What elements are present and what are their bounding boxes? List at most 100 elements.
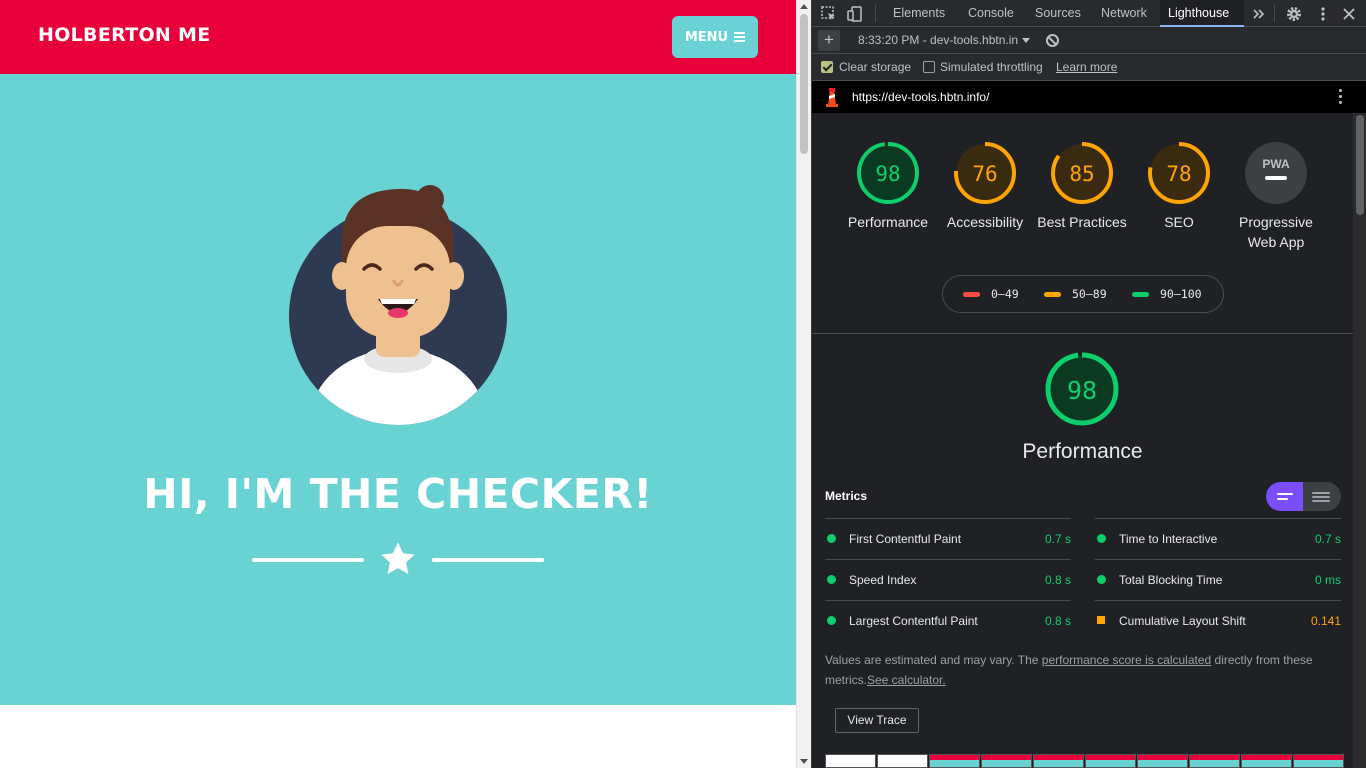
metric-name: First Contentful Paint [849, 532, 962, 546]
metric-name: Time to Interactive [1119, 532, 1218, 546]
scroll-down-arrow-icon[interactable] [800, 759, 808, 764]
page-scroll-thumb[interactable] [800, 14, 808, 154]
close-devtools-icon[interactable] [1340, 5, 1358, 23]
category-score-value: 76 [972, 162, 997, 186]
average-square-icon [1097, 616, 1105, 624]
hero-title: HI, I'M THE CHECKER! [143, 470, 653, 518]
site-navbar: HOLBERTON ME MENU [0, 0, 796, 74]
divider-line-left [252, 558, 364, 562]
performance-score-value: 98 [1067, 376, 1097, 405]
report-scrollbar[interactable] [1353, 113, 1366, 768]
metric-row: First Contentful Paint 0.7 s [825, 518, 1071, 559]
category-gauge-progressive-web-app[interactable]: PWA Progressive Web App [1228, 140, 1324, 252]
more-tabs-chevron-icon[interactable] [1250, 5, 1268, 23]
pass-dot-icon [1097, 575, 1106, 584]
score-calculated-link[interactable]: performance score is calculated [1042, 653, 1211, 667]
lighthouse-logo-icon [826, 88, 838, 107]
devtools-tabbar: Elements Console Sources Network Lightho… [812, 0, 1366, 27]
tab-network[interactable]: Network [1093, 0, 1155, 27]
report-select-caret-icon[interactable] [1022, 38, 1030, 43]
performance-heading: Performance [1022, 440, 1143, 463]
pass-dot-icon [827, 534, 836, 543]
star-icon [381, 542, 415, 575]
device-toolbar-icon[interactable] [846, 5, 864, 23]
clear-storage-checkbox[interactable] [821, 61, 833, 73]
category-gauge-best-practices[interactable]: 85 Best Practices [1034, 140, 1130, 232]
section-divider [812, 333, 1353, 334]
devtools-panel: Elements Console Sources Network Lightho… [811, 0, 1366, 768]
divider-line-right [432, 558, 544, 562]
page-scrollbar[interactable] [796, 0, 811, 768]
legend-label-average: 50–89 [1072, 287, 1107, 301]
category-gauge-performance[interactable]: 98 Performance [840, 140, 936, 232]
tab-separator [1274, 5, 1275, 22]
category-score-value: 98 [875, 162, 900, 186]
website-viewport: HOLBERTON ME MENU HI, I'M THE CHECKER! [0, 0, 796, 768]
metric-name: Cumulative Layout Shift [1119, 614, 1246, 628]
view-trace-button[interactable]: View Trace [835, 708, 919, 733]
compact-view-icon[interactable] [1266, 482, 1303, 511]
tab-console[interactable]: Console [960, 0, 1022, 27]
category-label: Best Practices [1037, 214, 1127, 230]
scroll-up-arrow-icon[interactable] [800, 4, 808, 9]
lighthouse-toolbar: + 8:33:20 PM - dev-tools.hbtn.in [812, 27, 1366, 54]
legend-label-fail: 0–49 [991, 287, 1019, 301]
metric-value: 0.141 [1310, 614, 1341, 628]
metric-name: Largest Contentful Paint [849, 614, 978, 628]
score-gauge-icon: PWA [1245, 142, 1307, 204]
menu-button-label: MENU [684, 29, 729, 45]
hamburger-icon [734, 32, 746, 42]
pass-dot-icon [827, 616, 836, 625]
hero-section: HI, I'M THE CHECKER! [0, 74, 796, 705]
performance-score-gauge: 98 [1045, 352, 1119, 426]
tab-separator [875, 5, 876, 22]
category-score-value: 78 [1166, 162, 1191, 186]
score-gauge-icon: 76 [954, 142, 1016, 204]
new-report-plus-icon[interactable]: + [818, 30, 840, 51]
legend-swatch-pass [1132, 292, 1149, 297]
tab-lighthouse[interactable]: Lighthouse [1160, 0, 1244, 27]
see-calculator-link[interactable]: See calculator. [867, 673, 946, 687]
clear-reports-block-icon[interactable] [1046, 34, 1059, 47]
score-gauge-icon: 78 [1148, 142, 1210, 204]
filmstrip-frame [1241, 754, 1292, 768]
lighthouse-report: 98 Performance 76 Accessibility 85 Best Pract… [812, 113, 1353, 768]
metric-value: 0 ms [1314, 573, 1341, 587]
pwa-badge-icon: PWA [1262, 157, 1290, 171]
tab-sources[interactable]: Sources [1027, 0, 1089, 27]
filmstrip-frame [1137, 754, 1188, 768]
metric-row: Largest Contentful Paint 0.8 s [825, 600, 1071, 641]
metrics-view-toggle[interactable] [1266, 482, 1341, 511]
category-gauge-accessibility[interactable]: 76 Accessibility [937, 140, 1033, 232]
category-label: Accessibility [946, 214, 1024, 230]
inspect-element-icon[interactable] [820, 5, 838, 23]
legend-label-pass: 90–100 [1160, 287, 1202, 301]
report-url[interactable]: https://dev-tools.hbtn.info/ [852, 90, 989, 104]
site-brand[interactable]: HOLBERTON ME [38, 24, 211, 46]
report-select[interactable]: 8:33:20 PM - dev-tools.hbtn.in [858, 33, 1018, 47]
learn-more-link[interactable]: Learn more [1056, 60, 1117, 74]
score-legend: 0–49 50–89 90–100 [942, 275, 1224, 313]
filmstrip-frame [1085, 754, 1136, 768]
disclaimer-text: Values are estimated and may vary. The [825, 653, 1042, 667]
filmstrip-frame [1293, 754, 1344, 768]
devtools-menu-kebab-icon[interactable] [1314, 5, 1332, 23]
tab-elements[interactable]: Elements [885, 0, 953, 27]
metric-row: Time to Interactive 0.7 s [1095, 518, 1341, 559]
clear-storage-label[interactable]: Clear storage [839, 60, 911, 74]
report-menu-kebab-icon[interactable] [1339, 89, 1343, 107]
report-url-bar: https://dev-tools.hbtn.info/ [812, 81, 1366, 113]
legend-swatch-fail [963, 292, 980, 297]
pass-dot-icon [1097, 534, 1106, 543]
metric-row: Total Blocking Time 0 ms [1095, 559, 1341, 600]
simulated-throttling-checkbox[interactable] [923, 61, 935, 73]
filmstrip-frame [1033, 754, 1084, 768]
simulated-throttling-label[interactable]: Simulated throttling [940, 60, 1043, 74]
report-scroll-thumb[interactable] [1356, 115, 1364, 215]
lighthouse-options-bar: Clear storage Simulated throttling Learn… [812, 54, 1366, 81]
settings-gear-icon[interactable] [1285, 5, 1303, 23]
category-gauge-seo[interactable]: 78 SEO [1131, 140, 1227, 232]
filmstrip-frame [1189, 754, 1240, 768]
filmstrip-frame [825, 754, 876, 768]
menu-button[interactable]: MENU [672, 16, 758, 58]
